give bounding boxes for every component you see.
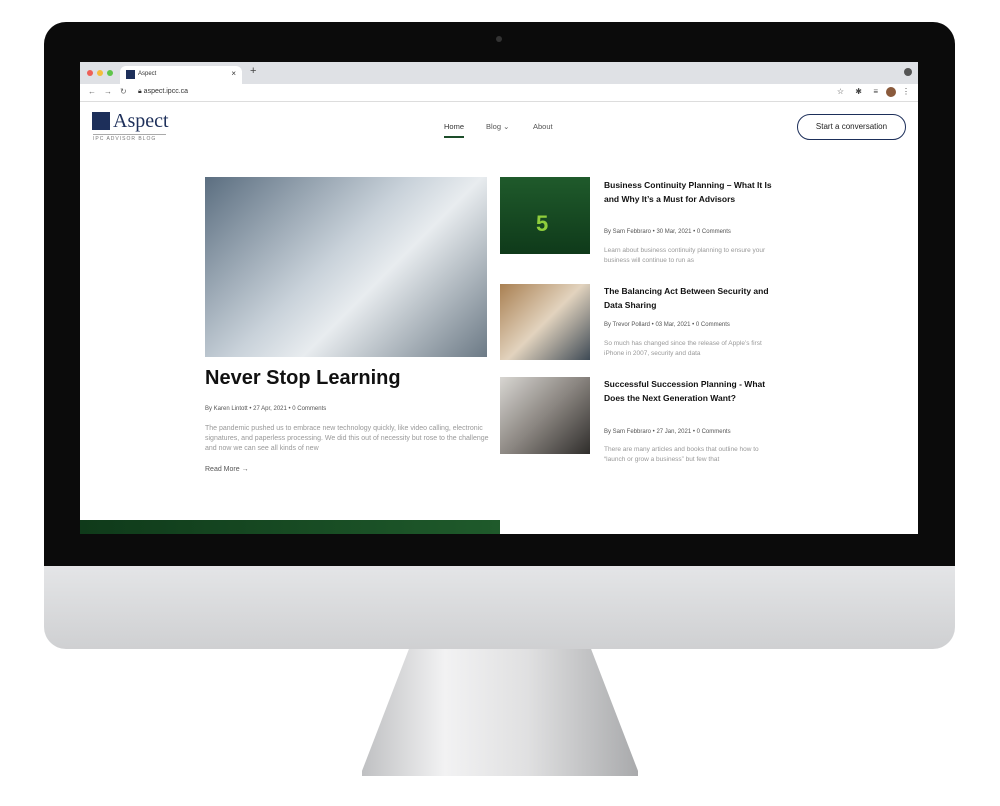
favicon-icon	[126, 70, 135, 79]
featured-post-title[interactable]: Never Stop Learning	[205, 367, 401, 390]
post-title[interactable]: Business Continuity Planning – What It I…	[604, 178, 774, 206]
back-icon[interactable]: ←	[88, 87, 96, 96]
post-thumbnail[interactable]: 5	[500, 177, 590, 254]
tab-bar: Aspect × +	[80, 62, 918, 84]
brand-tagline: IPC ADVISOR BLOG	[93, 134, 166, 142]
featured-post-meta: By Karen Lintott • 27 Apr, 2021 • 0 Comm…	[205, 406, 327, 412]
green-banner	[80, 520, 500, 534]
post-thumbnail[interactable]	[500, 284, 590, 360]
address-bar: ← → ↻ 🔒︎ aspect.ipcc.ca ☆ ✱ ≡ ⋮	[80, 84, 918, 102]
nav-blog[interactable]: Blog ⌄	[486, 122, 509, 131]
post-excerpt: So much has changed since the release of…	[604, 340, 762, 357]
start-conversation-button[interactable]: Start a conversation	[797, 114, 906, 140]
brand-name: Aspect	[113, 110, 169, 132]
featured-post-image[interactable]	[205, 177, 487, 357]
reload-icon[interactable]: ↻	[120, 87, 127, 96]
nav-blog-label: Blog	[486, 122, 502, 131]
monitor-chin	[44, 566, 955, 649]
avatar[interactable]	[886, 87, 896, 97]
nav-home[interactable]: Home	[444, 122, 465, 138]
post-title[interactable]: The Balancing Act Between Security and D…	[604, 284, 774, 312]
post-excerpt: There are many articles and books that o…	[604, 446, 759, 463]
post-excerpt: Learn about business continuity planning…	[604, 247, 766, 264]
minimize-window-button[interactable]	[97, 70, 103, 76]
post-thumbnail[interactable]	[500, 377, 590, 454]
logo-mark-icon	[92, 112, 110, 130]
new-tab-button[interactable]: +	[250, 65, 256, 77]
browser-tab[interactable]: Aspect ×	[120, 66, 242, 84]
post-meta: By Sam Febbraro • 27 Jan, 2021 • 0 Comme…	[604, 429, 731, 435]
site-header: Aspect IPC ADVISOR BLOG Home Blog ⌄ Abou…	[80, 102, 918, 152]
chevron-down-icon: ⌄	[503, 122, 510, 131]
maximize-window-button[interactable]	[107, 70, 113, 76]
reading-list-icon[interactable]: ≡	[873, 87, 878, 96]
post-meta: By Sam Febbraro • 30 Mar, 2021 • 0 Comme…	[604, 229, 731, 235]
read-more-link[interactable]: Read More →	[205, 466, 249, 473]
url-text: aspect.ipcc.ca	[143, 88, 189, 95]
close-tab-icon[interactable]: ×	[231, 69, 236, 78]
extensions-icon[interactable]: ✱	[855, 87, 862, 96]
monitor-stand	[362, 649, 638, 776]
post-title[interactable]: Successful Succession Planning - What Do…	[604, 377, 774, 405]
post-meta: By Trevor Pollard • 03 Mar, 2021 • 0 Com…	[604, 322, 730, 328]
close-window-button[interactable]	[87, 70, 93, 76]
forward-icon[interactable]: →	[104, 87, 112, 96]
bookmark-star-icon[interactable]: ☆	[837, 87, 844, 96]
thumbnail-badge: 5	[536, 211, 549, 236]
nav-about[interactable]: About	[533, 122, 553, 131]
browser-window: Aspect × + ← → ↻ 🔒︎ aspect.ipcc.ca ☆ ✱ ≡…	[80, 62, 918, 534]
tab-title: Aspect	[138, 71, 157, 77]
camera	[496, 36, 502, 42]
featured-post-excerpt: The pandemic pushed us to embrace new te…	[205, 425, 489, 452]
more-menu-icon[interactable]: ⋮	[902, 87, 910, 96]
url-input[interactable]: 🔒︎ aspect.ipcc.ca	[138, 88, 188, 96]
profile-menu-icon[interactable]	[904, 68, 912, 76]
